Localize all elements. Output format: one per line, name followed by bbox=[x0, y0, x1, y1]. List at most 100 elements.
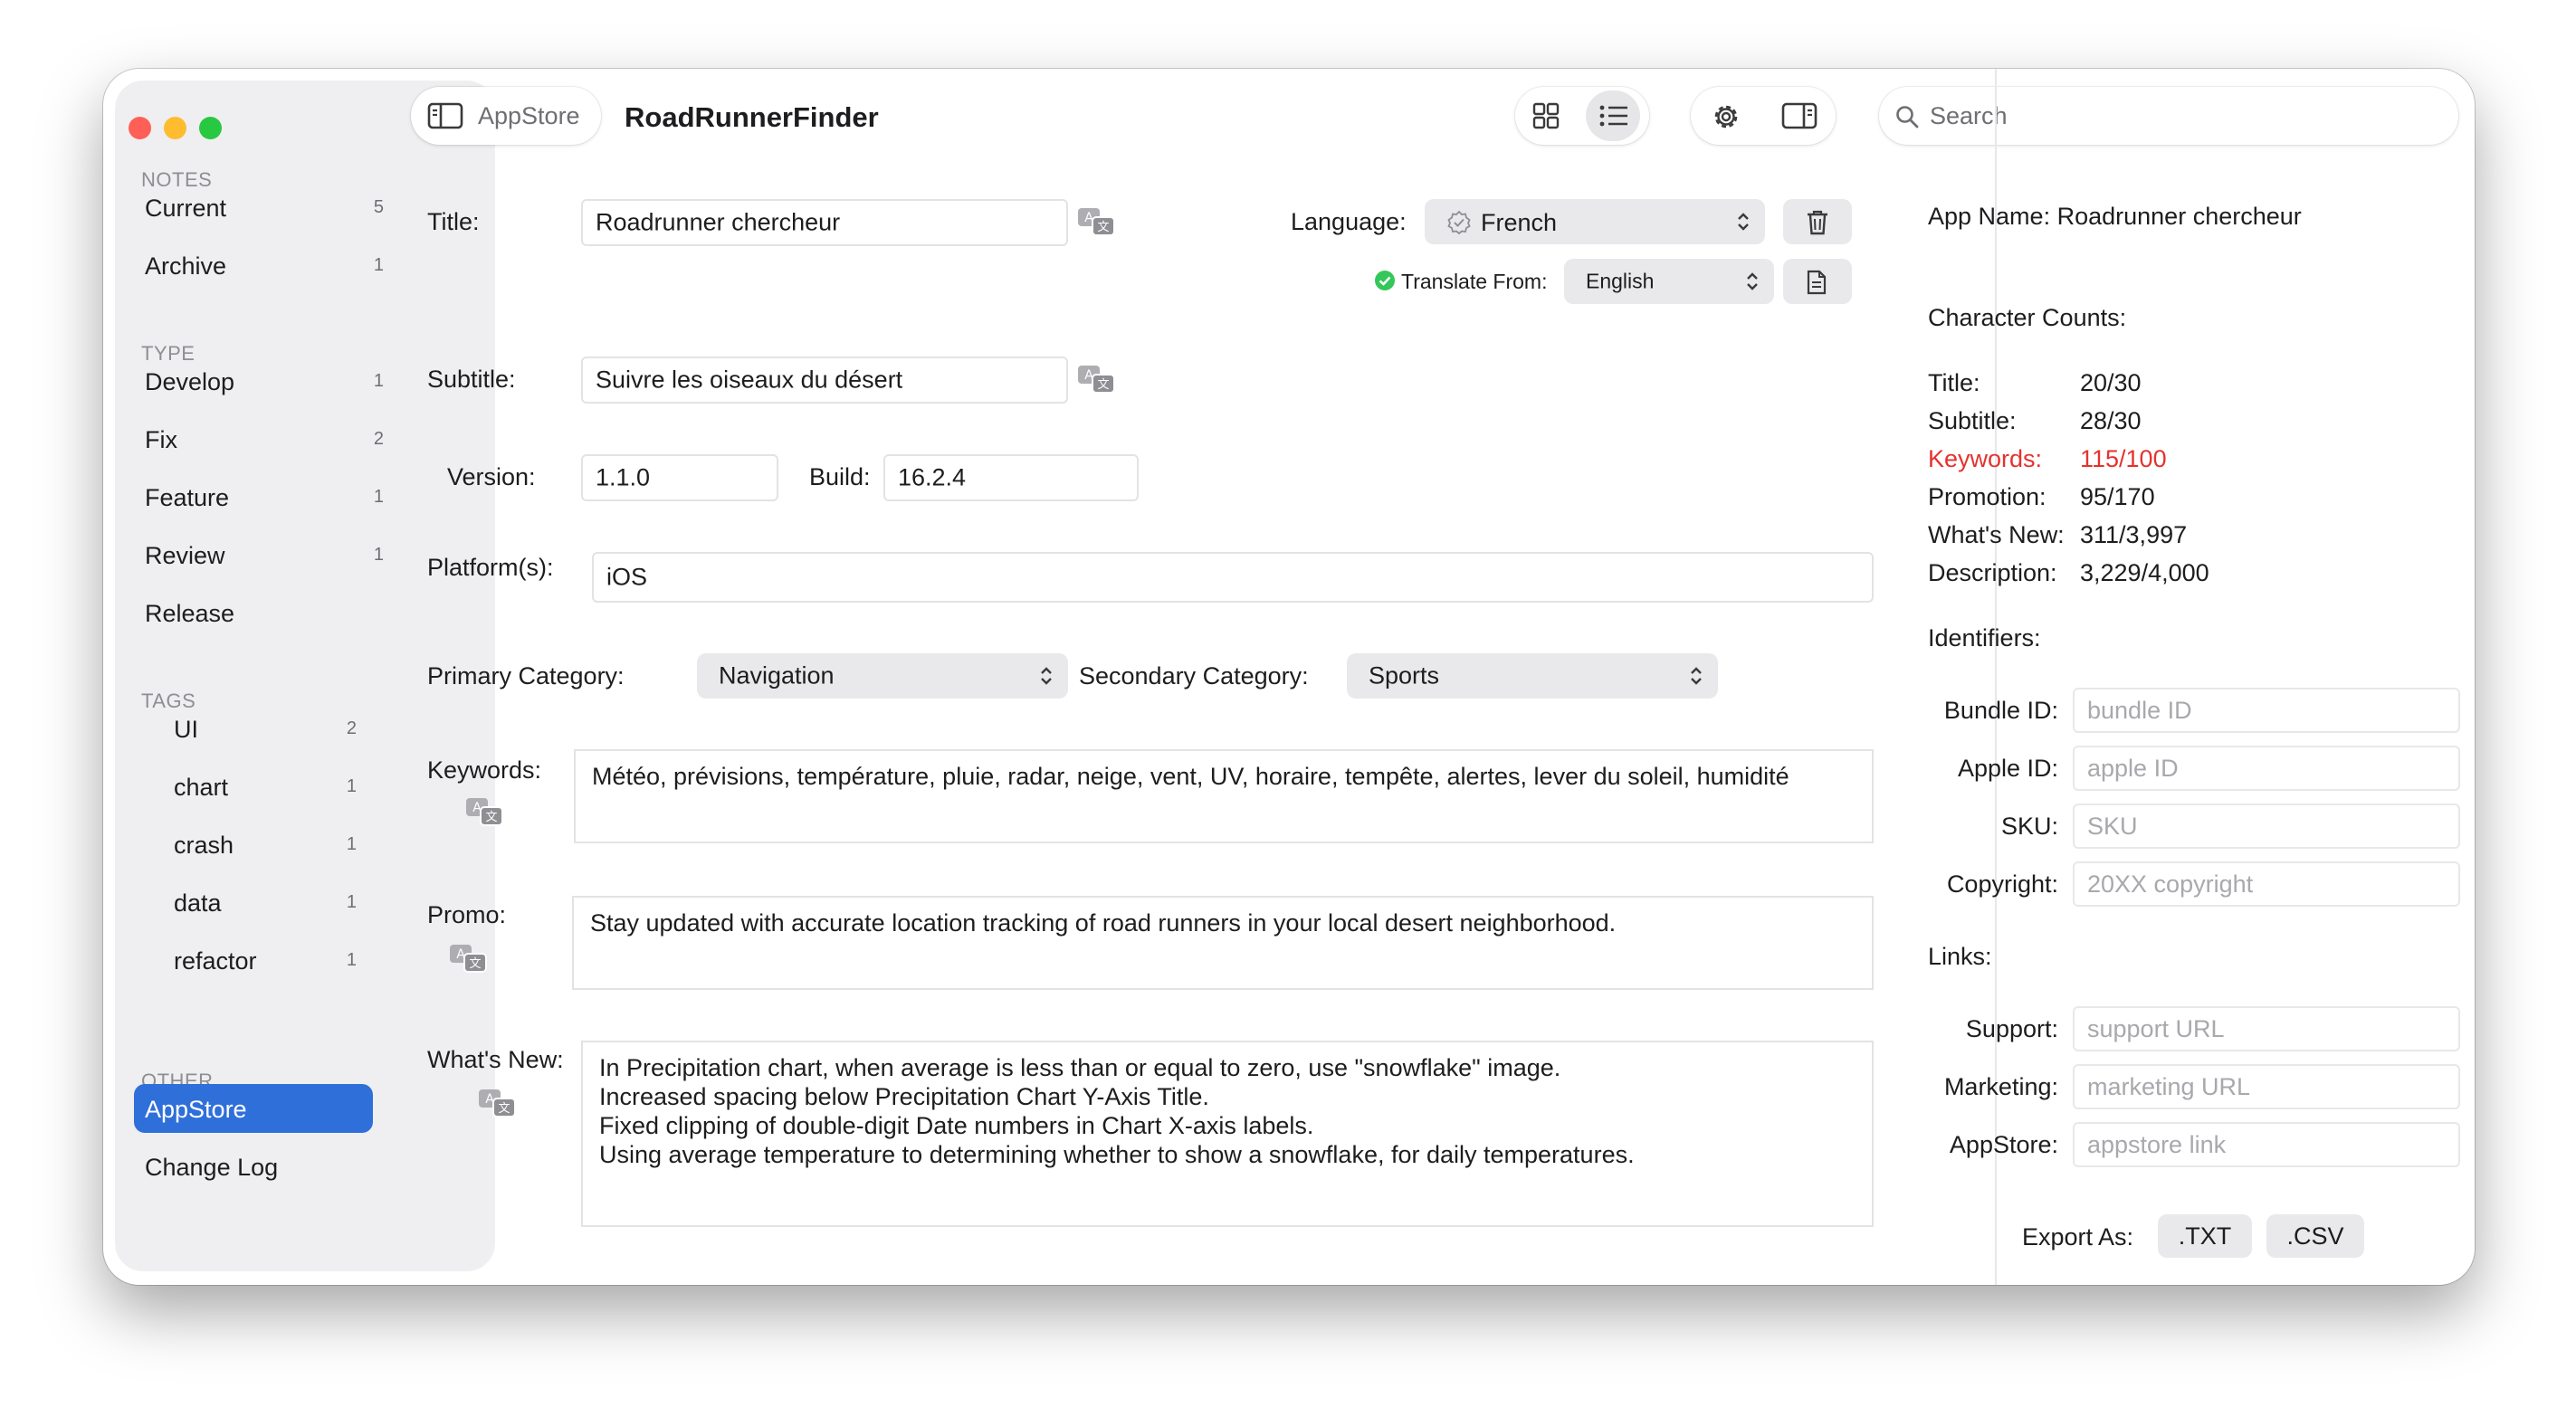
sidebar-item-count: 1 bbox=[373, 371, 384, 391]
sidebar-item-count: 5 bbox=[373, 197, 384, 217]
build-value: 16.2.4 bbox=[898, 463, 967, 491]
settings-button[interactable] bbox=[1698, 90, 1752, 141]
sidebar-left-icon bbox=[427, 102, 463, 129]
sidebar-item-develop[interactable]: Develop 1 bbox=[134, 357, 384, 405]
sidebar-item-count: 1 bbox=[346, 834, 357, 854]
apple-id-field[interactable] bbox=[2073, 746, 2460, 791]
apple-id-input[interactable] bbox=[2075, 747, 2458, 789]
sidebar-item-label: Release bbox=[145, 600, 235, 627]
app-name-label: App Name: bbox=[1928, 203, 2051, 230]
grid-view-button[interactable] bbox=[1519, 90, 1573, 141]
sidebar-item-label: refactor bbox=[174, 947, 257, 975]
support-field[interactable] bbox=[2073, 1006, 2460, 1051]
translate-title-icon[interactable]: A 文 bbox=[1077, 206, 1115, 237]
sidebar-toggle-button[interactable]: AppStore bbox=[411, 87, 601, 145]
sidebar-item-label: UI bbox=[174, 716, 198, 743]
sku-field[interactable] bbox=[2073, 804, 2460, 849]
sku-input[interactable] bbox=[2075, 805, 2458, 847]
build-field[interactable]: 16.2.4 bbox=[883, 454, 1139, 501]
search-field[interactable]: Search bbox=[1879, 87, 2458, 145]
zoom-window-button[interactable] bbox=[199, 117, 222, 139]
bundle-id-input[interactable] bbox=[2075, 689, 2458, 731]
primary-category-popup[interactable]: Navigation bbox=[697, 653, 1068, 699]
count-label-promotion: Promotion: bbox=[1928, 483, 2046, 510]
identifiers-header: Identifiers: bbox=[1928, 624, 2041, 651]
export-csv-button[interactable]: .CSV bbox=[2266, 1214, 2364, 1258]
sidebar-item-fix[interactable]: Fix 2 bbox=[134, 414, 384, 463]
translate-promo-icon[interactable]: A 文 bbox=[449, 943, 487, 974]
sidebar-item-tag-refactor[interactable]: refactor 1 bbox=[134, 936, 371, 984]
export-txt-button[interactable]: .TXT bbox=[2158, 1214, 2252, 1258]
translate-subtitle-icon[interactable]: A 文 bbox=[1077, 364, 1115, 395]
app-name-row: App Name: Roadrunner chercheur bbox=[1928, 203, 2302, 231]
inspector-toggle-button[interactable] bbox=[1769, 90, 1823, 141]
trash-icon bbox=[1808, 210, 1827, 235]
platforms-field[interactable]: iOS bbox=[592, 552, 1874, 603]
minimize-window-button[interactable] bbox=[164, 117, 186, 139]
appstore-link-input[interactable] bbox=[2075, 1124, 2458, 1165]
close-window-button[interactable] bbox=[129, 117, 151, 139]
count-label-description: Description: bbox=[1928, 559, 2057, 586]
sidebar-item-count: 1 bbox=[346, 950, 357, 970]
sidebar-item-tag-data[interactable]: data 1 bbox=[134, 878, 371, 927]
sidebar-item-tag-crash[interactable]: crash 1 bbox=[134, 820, 371, 869]
delete-button[interactable] bbox=[1783, 199, 1852, 244]
sidebar-item-count: 1 bbox=[373, 255, 384, 275]
window-title: RoadRunnerFinder bbox=[625, 101, 879, 133]
support-url-input[interactable] bbox=[2075, 1008, 2458, 1050]
sidebar-item-label: Review bbox=[145, 542, 225, 569]
sidebar-item-appstore[interactable]: AppStore bbox=[134, 1084, 373, 1133]
sidebar-item-archive[interactable]: Archive 1 bbox=[134, 241, 384, 290]
sidebar-item-change-log[interactable]: Change Log bbox=[134, 1142, 371, 1191]
sidebar-item-tag-ui[interactable]: UI 2 bbox=[134, 704, 371, 753]
character-counts-header: Character Counts: bbox=[1928, 304, 2127, 331]
document-icon bbox=[1807, 270, 1827, 295]
sidebar-item-count: 1 bbox=[373, 545, 384, 565]
sidebar-item-release[interactable]: Release bbox=[134, 588, 371, 637]
sidebar-item-label: chart bbox=[174, 774, 229, 801]
checkmark-circle-icon bbox=[1375, 271, 1395, 290]
count-value-title: 20/30 bbox=[2080, 369, 2142, 396]
translate-from-popup[interactable]: English bbox=[1564, 259, 1774, 304]
sidebar-item-current[interactable]: Current 5 bbox=[134, 183, 384, 232]
translate-from-value: English bbox=[1586, 269, 1655, 293]
translate-keywords-icon[interactable]: A 文 bbox=[465, 796, 503, 827]
language-popup[interactable]: French bbox=[1425, 199, 1765, 244]
sidebar-item-count: 2 bbox=[346, 718, 357, 738]
count-label-keywords: Keywords: bbox=[1928, 445, 2043, 472]
platforms-label: Platform(s): bbox=[427, 554, 554, 581]
count-label-subtitle: Subtitle: bbox=[1928, 407, 2017, 434]
primary-category-value: Navigation bbox=[719, 661, 835, 689]
copyright-input[interactable] bbox=[2075, 863, 2458, 905]
sku-label: SKU: bbox=[2000, 813, 2058, 840]
translate-document-button[interactable] bbox=[1783, 259, 1852, 304]
marketing-label: Marketing: bbox=[1943, 1073, 2058, 1100]
view-mode-group bbox=[1515, 87, 1649, 145]
chevron-updown-icon bbox=[1738, 213, 1749, 231]
sidebar-item-label: Develop bbox=[145, 368, 235, 395]
list-view-button[interactable] bbox=[1586, 90, 1640, 141]
copyright-field[interactable] bbox=[2073, 861, 2460, 907]
whats-new-textarea[interactable]: In Precipitation chart, when average is … bbox=[581, 1041, 1874, 1227]
appstore-link-label: AppStore: bbox=[1949, 1131, 2058, 1158]
title-field[interactable]: Roadrunner chercheur bbox=[581, 199, 1068, 246]
count-value-whats-new: 311/3,997 bbox=[2080, 521, 2188, 548]
version-field[interactable]: 1.1.0 bbox=[581, 454, 778, 501]
sidebar-item-label: Current bbox=[145, 195, 227, 222]
translate-whats-new-icon[interactable]: A 文 bbox=[478, 1088, 516, 1118]
marketing-url-input[interactable] bbox=[2075, 1066, 2458, 1108]
sidebar-item-review[interactable]: Review 1 bbox=[134, 530, 384, 579]
language-value: French bbox=[1481, 209, 1558, 236]
sidebar-item-feature[interactable]: Feature 1 bbox=[134, 472, 384, 521]
bundle-id-field[interactable] bbox=[2073, 688, 2460, 733]
list-icon bbox=[1599, 105, 1627, 127]
sidebar-item-tag-chart[interactable]: chart 1 bbox=[134, 762, 371, 811]
promo-textarea[interactable]: Stay updated with accurate location trac… bbox=[572, 896, 1874, 990]
subtitle-field[interactable]: Suivre les oiseaux du désert bbox=[581, 357, 1068, 404]
keywords-textarea[interactable]: Météo, prévisions, température, pluie, r… bbox=[574, 749, 1874, 843]
secondary-category-popup[interactable]: Sports bbox=[1347, 653, 1718, 699]
sidebar-item-label: Fix bbox=[145, 426, 177, 453]
sidebar-item-label: Archive bbox=[145, 252, 227, 280]
marketing-field[interactable] bbox=[2073, 1064, 2460, 1109]
appstore-link-field[interactable] bbox=[2073, 1122, 2460, 1167]
